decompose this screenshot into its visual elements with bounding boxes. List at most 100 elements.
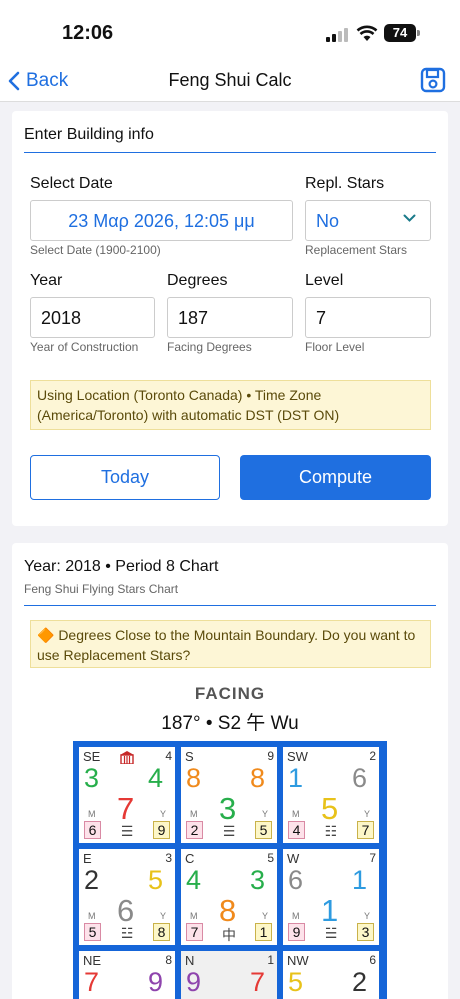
mountain-star: 9 [186,967,202,997]
month-star-box: 7 [186,923,203,941]
repl-stars-value: No [316,211,340,231]
grid-cell-se[interactable]: SE 4 3 4 7 M Y 6 9 ☰ [79,747,175,843]
select-date-hint: Select Date (1900-2100) [30,243,161,257]
facing-star: 9 [147,967,163,997]
save-icon[interactable] [420,67,446,93]
mountain-star: 6 [288,865,304,895]
cell-direction: C [185,851,195,866]
mountain-star: 1 [288,763,304,793]
mountain-star: 3 [84,763,100,793]
building-info-card: Enter Building info Select Date 23 Μαρ 2… [12,111,448,526]
status-bar: 12:06 74 [0,0,460,62]
trigram-icon: ☷ [324,823,338,839]
base-star: 8 [219,893,237,928]
mountain-star: 8 [186,763,202,793]
wifi-icon [356,25,378,41]
grid-cell-s[interactable]: S 9 8 8 3 M Y 2 5 ☰ [181,747,277,843]
cell-number: 2 [369,749,376,763]
grid-cell-w[interactable]: W 7 6 1 1 M Y 9 3 ☱ [283,849,379,945]
grid-cell-n[interactable]: N 1 9 7 [181,951,277,999]
base-star: 1 [321,893,339,928]
repl-stars-label: Repl. Stars [305,175,385,192]
flying-stars-card: Year: 2018 • Period 8 Chart Feng Shui Fl… [12,543,448,999]
cell-direction: S [185,749,194,764]
year-star-box: 8 [153,923,170,941]
grid-cell-e[interactable]: E 3 2 5 6 M Y 5 8 ☳ [79,849,175,945]
flying-stars-grid: SE 4 3 4 7 M Y 6 9 ☰ S 9 8 8 3 M Y 2 5 ☰ SW 2 1 6 5 M Y 4 7 ☷ E 3 2 5 6 M Y 5… [73,741,387,999]
year-star-box: 9 [153,821,170,839]
month-star-box: 4 [288,821,305,839]
cell-number: 3 [165,851,172,865]
degrees-label: Degrees [167,272,228,289]
year-star-box: 3 [357,923,374,941]
facing-label: FACING [194,684,266,703]
facing-star: 8 [249,763,265,793]
month-marker: M [190,911,198,921]
cell-direction: E [83,851,92,866]
base-star: 7 [117,791,135,826]
facing-value: 187° • S2 午 Wu [161,713,299,734]
trigram-icon: ☱ [324,925,338,941]
month-star-box: 2 [186,821,203,839]
select-date-label: Select Date [30,175,113,192]
cell-number: 1 [267,953,274,967]
year-marker: Y [261,809,268,819]
cell-number: 6 [369,953,376,967]
battery-icon: 74 [384,24,416,42]
trigram-icon: ☰ [222,823,236,839]
select-date-field[interactable]: 23 Μαρ 2026, 12:05 μμ [30,200,293,241]
year-input[interactable]: 2018 [30,297,155,338]
cell-number: 8 [165,953,172,967]
chart-subheading: Feng Shui Flying Stars Chart [24,582,179,596]
chevron-down-icon [403,214,416,222]
month-marker: M [190,809,198,819]
trigram-icon: ☳ [120,925,134,941]
year-marker: Y [159,911,166,921]
year-hint: Year of Construction [30,340,139,354]
replacement-stars-select[interactable]: No [305,200,431,241]
facing-star: 4 [147,763,163,793]
cell-direction: SE [83,749,101,764]
boundary-warning: 🔶 Degrees Close to the Mountain Boundary… [30,620,431,668]
cell-direction: NE [83,953,102,968]
cellular-signal-icon [326,26,348,42]
grid-cell-nw[interactable]: NW 6 5 2 [283,951,379,999]
month-marker: M [292,809,300,819]
cell-direction: N [185,953,195,968]
heading-divider [24,152,436,153]
page-title: Feng Shui Calc [168,70,292,90]
battery-tip [417,30,420,36]
cell-number: 5 [267,851,274,865]
year-label: Year [30,272,63,289]
level-input[interactable]: 7 [305,297,431,338]
month-marker: M [292,911,300,921]
year-marker: Y [159,809,166,819]
chart-heading: Year: 2018 • Period 8 Chart [24,558,219,575]
grid-cell-ne[interactable]: NE 8 7 9 [79,951,175,999]
degrees-input[interactable]: 187 [167,297,293,338]
year-marker: Y [363,809,370,819]
today-button[interactable]: Today [30,455,220,500]
trigram-icon: 中 [222,927,236,943]
mountain-star: 4 [186,865,202,895]
year-star-box: 1 [255,923,272,941]
cell-number: 9 [267,749,274,763]
base-star: 6 [117,893,135,928]
base-star: 5 [321,791,339,826]
month-star-box: 9 [288,923,305,941]
temple-icon [120,751,134,764]
grid-cell-sw[interactable]: SW 2 1 6 5 M Y 4 7 ☷ [283,747,379,843]
degrees-hint: Facing Degrees [167,340,252,354]
trigram-icon: ☰ [120,823,134,839]
building-info-heading: Enter Building info [24,126,154,143]
facing-star: 6 [351,763,367,793]
month-star-box: 6 [84,821,101,839]
facing-star: 1 [351,865,367,895]
year-star-box: 7 [357,821,374,839]
compute-button[interactable]: Compute [240,455,431,500]
month-marker: M [88,911,96,921]
mountain-star: 5 [288,967,304,997]
level-label: Level [305,272,344,289]
grid-cell-c[interactable]: C 5 4 38 M Y 7 1 中 [181,849,277,945]
cell-direction: SW [287,749,308,764]
